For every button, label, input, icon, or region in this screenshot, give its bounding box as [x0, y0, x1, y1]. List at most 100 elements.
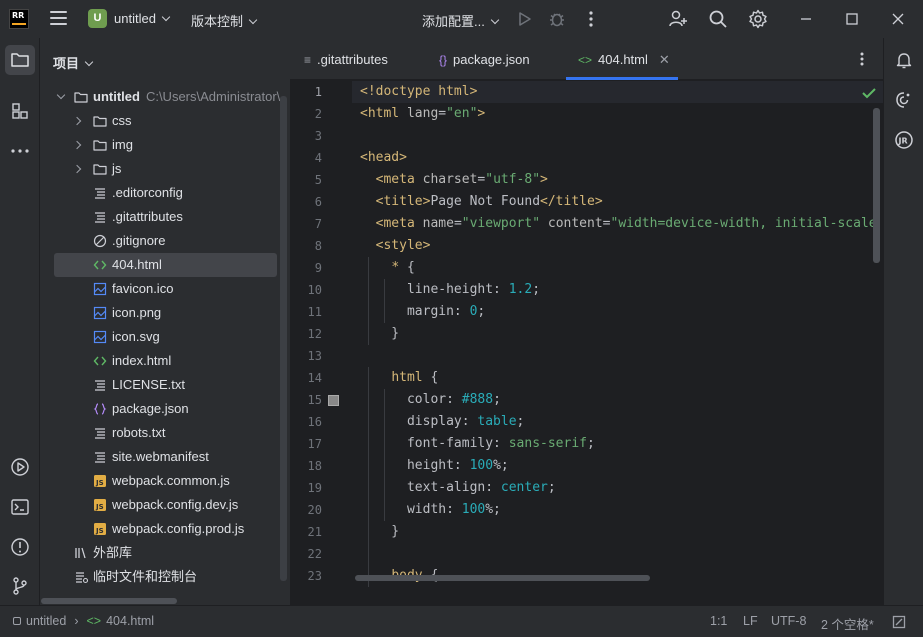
breadcrumb[interactable]: untitled › <> 404.html	[13, 614, 154, 628]
run-config-selector[interactable]: 添加配置...	[422, 11, 500, 30]
tab-gitattributes[interactable]: ≡ .gitattributes	[304, 38, 388, 80]
text-file-icon: ≡	[304, 53, 312, 67]
project-vertical-scrollbar[interactable]	[280, 96, 287, 581]
add-user-icon[interactable]	[668, 9, 688, 29]
image-file-icon	[93, 330, 107, 344]
tab-label: .gitattributes	[317, 52, 388, 67]
line-number: 15	[307, 393, 322, 407]
close-window-icon[interactable]	[888, 9, 908, 29]
file-encoding[interactable]: UTF-8	[771, 614, 806, 628]
project-panel-header[interactable]: 项目	[53, 53, 94, 72]
code-line: <style>	[375, 238, 431, 253]
vcs-menu[interactable]: 版本控制	[191, 11, 258, 30]
ai-assistant-icon[interactable]	[894, 90, 914, 110]
tree-file[interactable]: icon.svg	[41, 325, 281, 349]
tree-file[interactable]: LICENSE.txt	[41, 373, 281, 397]
main-menu-icon[interactable]	[50, 11, 67, 25]
readonly-toggle-icon[interactable]	[892, 615, 906, 629]
code-line: <html lang="en">	[360, 106, 486, 121]
editor-horizontal-scrollbar[interactable]	[355, 575, 650, 581]
services-tool-button[interactable]	[5, 452, 35, 482]
tree-label: 外部库	[93, 545, 133, 560]
line-number: 4	[314, 151, 322, 165]
color-swatch[interactable]	[328, 395, 339, 406]
html-file-icon	[93, 260, 107, 270]
tree-file[interactable]: icon.png	[41, 301, 281, 325]
line-number: 22	[307, 547, 322, 561]
project-tool-button[interactable]	[5, 45, 35, 75]
tree-folder-css[interactable]: css	[41, 109, 281, 133]
notifications-bell-icon[interactable]	[894, 50, 914, 70]
tree-file[interactable]: JS webpack.config.dev.js	[41, 493, 281, 517]
more-tools-button[interactable]	[5, 136, 35, 166]
editor-vertical-scrollbar[interactable]	[873, 108, 880, 263]
indent-setting[interactable]: 2 个空格*	[821, 614, 874, 633]
tab-404-html[interactable]: <> 404.html ✕	[566, 38, 678, 80]
tree-scratches[interactable]: 临时文件和控制台	[41, 565, 281, 589]
status-bar: untitled › <> 404.html 1:1 LF UTF-8 2 个空格*	[0, 605, 923, 637]
tab-package-json[interactable]: {} package.json	[439, 38, 530, 80]
html-file-icon	[93, 356, 107, 366]
indent-guide	[384, 279, 385, 323]
run-icon[interactable]	[514, 9, 534, 29]
tree-file[interactable]: robots.txt	[41, 421, 281, 445]
project-panel: 项目 untitled C:\Users\Administrator\ css img…	[41, 38, 289, 605]
code-line: line-height: 1.2;	[360, 282, 541, 297]
rider-logo-icon[interactable]: JR	[894, 130, 914, 150]
code-line: }	[360, 326, 400, 341]
project-switcher[interactable]: untitled	[114, 11, 171, 26]
tree-file[interactable]: JS webpack.common.js	[41, 469, 281, 493]
more-horizontal-icon	[11, 149, 29, 153]
maximize-icon[interactable]	[842, 9, 862, 29]
folder-icon	[93, 164, 107, 175]
tree-label: 临时文件和控制台	[93, 569, 198, 584]
line-number: 17	[307, 437, 322, 451]
git-tool-button[interactable]	[5, 571, 35, 601]
tree-file[interactable]: 404.html	[54, 253, 277, 277]
tree-folder-img[interactable]: img	[41, 133, 281, 157]
tree-label: 404.html	[112, 257, 162, 272]
scratches-icon	[76, 572, 88, 584]
debug-icon[interactable]	[547, 9, 567, 29]
tab-options-icon[interactable]	[854, 51, 870, 67]
tree-file[interactable]: index.html	[41, 349, 281, 373]
line-number: 18	[307, 459, 322, 473]
tree-external-libs[interactable]: 外部库	[41, 541, 281, 565]
tree-label: webpack.config.dev.js	[112, 497, 239, 512]
project-horizontal-scrollbar[interactable]	[41, 598, 177, 604]
tab-label: package.json	[453, 52, 530, 67]
tree-file[interactable]: JS webpack.config.prod.js	[41, 517, 281, 541]
svg-text:JS: JS	[95, 527, 104, 535]
left-tool-strip	[0, 38, 40, 605]
inspection-ok-icon[interactable]	[862, 87, 876, 99]
line-ending[interactable]: LF	[743, 614, 758, 628]
code-line: <meta charset="utf-8">	[375, 172, 548, 187]
editor-area: ≡ .gitattributes {} package.json <> 404.htm…	[290, 38, 883, 605]
git-branch-icon	[13, 577, 27, 595]
line-number: 20	[307, 503, 322, 517]
line-number: 6	[314, 195, 322, 209]
tree-root[interactable]: untitled C:\Users\Administrator\	[41, 85, 281, 109]
services-icon	[11, 458, 29, 476]
tree-file[interactable]: .editorconfig	[41, 181, 281, 205]
tree-folder-js[interactable]: js	[41, 157, 281, 181]
tree-file[interactable]: .gitignore	[41, 229, 281, 253]
search-icon[interactable]	[708, 9, 728, 29]
project-badge[interactable]: U	[88, 9, 107, 28]
problems-tool-button[interactable]	[5, 532, 35, 562]
tree-file[interactable]: .gitattributes	[41, 205, 281, 229]
settings-gear-icon[interactable]	[748, 9, 768, 29]
tree-label: webpack.common.js	[112, 473, 230, 488]
code-line: <meta name="viewport" content="width=dev…	[375, 216, 877, 231]
line-number: 14	[307, 371, 322, 385]
tree-file[interactable]: favicon.ico	[41, 277, 281, 301]
tree-file[interactable]: site.webmanifest	[41, 445, 281, 469]
cursor-position[interactable]: 1:1	[710, 614, 727, 628]
tree-file[interactable]: package.json	[41, 397, 281, 421]
terminal-tool-button[interactable]	[5, 492, 35, 522]
minimize-icon[interactable]	[796, 9, 816, 29]
more-vertical-icon[interactable]	[581, 9, 601, 29]
structure-tool-button[interactable]	[5, 96, 35, 126]
structure-icon	[12, 103, 28, 119]
close-tab-icon[interactable]: ✕	[659, 52, 670, 67]
